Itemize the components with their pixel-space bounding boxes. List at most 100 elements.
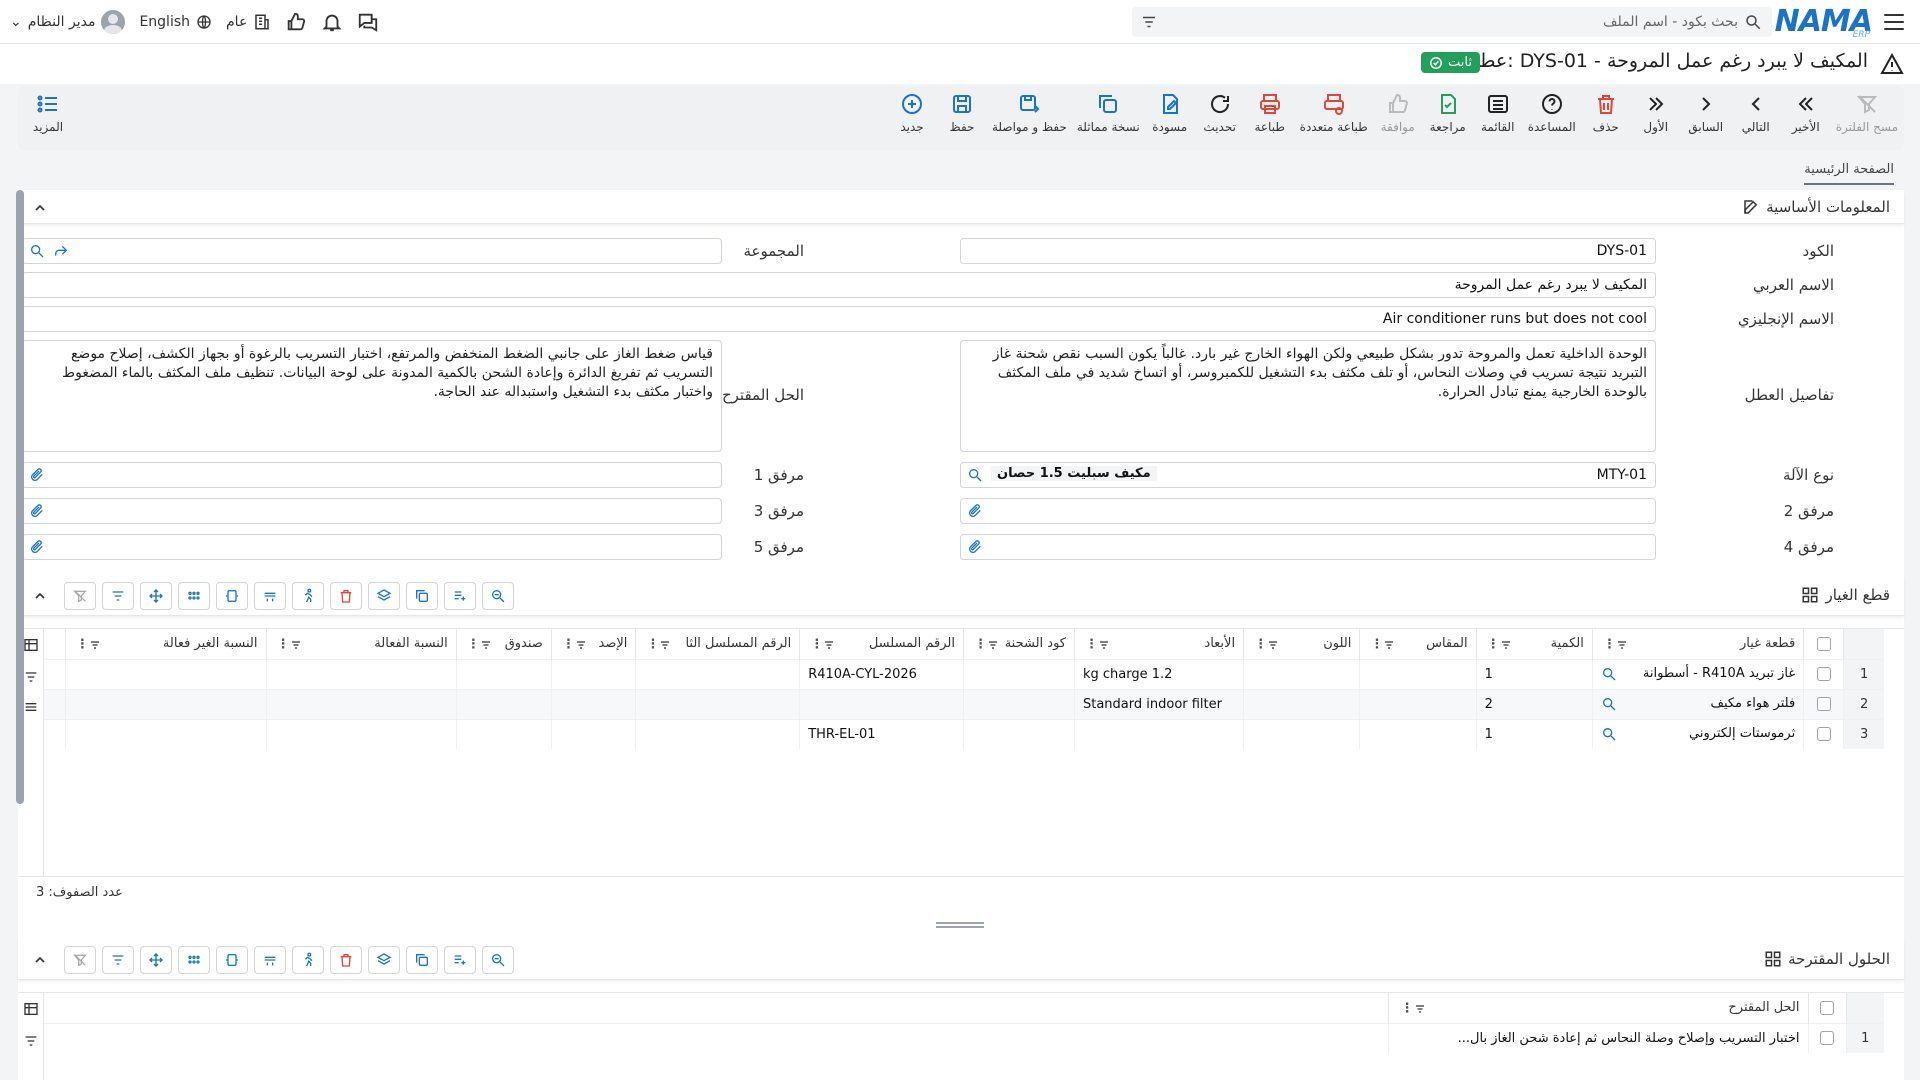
columns-icon[interactable] [23, 637, 39, 653]
column-header[interactable]: الأبعاد ⋮ [1073, 629, 1244, 659]
basic-info-header[interactable]: المعلومات الأساسية [18, 192, 1904, 224]
share-icon[interactable] [53, 243, 69, 259]
toolbar-button-thumbs-up[interactable]: موافقة [1378, 92, 1418, 134]
cell-qty[interactable]: 2 [1475, 688, 1593, 719]
resize-handle[interactable] [936, 922, 984, 928]
cell-ineff[interactable] [64, 688, 266, 719]
grid-tool-grid-dots[interactable] [178, 582, 210, 610]
table-row[interactable]: 1 اختبار التسريب وإصلاح وصلة النحاس ثم إع… [44, 1022, 1884, 1053]
column-header[interactable]: الإصد ⋮ [550, 629, 636, 659]
toolbar-button-last[interactable]: الأخير [1786, 92, 1826, 134]
column-header[interactable]: كود الشحنة ⋮ [963, 629, 1075, 659]
grid-tool-fit-columns[interactable] [216, 946, 248, 974]
grid-tool-move-row[interactable] [254, 582, 286, 610]
user-menu[interactable]: ⌄ مدير النظام [10, 10, 126, 34]
grid-tool-duplicate[interactable] [406, 582, 438, 610]
toolbar-button-copy[interactable]: نسخة مماثلة [1077, 92, 1140, 134]
hamburger-menu-icon[interactable] [1882, 10, 1906, 34]
details-textarea[interactable]: الوحدة الداخلية تعمل والمروحة تدور بشكل … [960, 340, 1656, 452]
paperclip-icon[interactable] [967, 503, 983, 519]
cell-serial[interactable] [799, 688, 964, 719]
column-menu[interactable]: ⋮ [1397, 1001, 1430, 1016]
toolbar-button-save-continue[interactable]: حفظ و مواصلة [992, 92, 1067, 134]
cell-qty[interactable]: 1 [1475, 658, 1593, 689]
column-menu[interactable]: ⋮ [970, 637, 1003, 652]
toolbar-button-print[interactable]: طباعة [1250, 92, 1290, 134]
select-all-checkbox[interactable] [1803, 629, 1844, 659]
cell-size[interactable] [1359, 688, 1477, 719]
cell-lot[interactable] [963, 688, 1075, 719]
toolbar-button-plus-circle[interactable]: جديد [892, 92, 932, 134]
column-header[interactable]: النسبة الفعالة ⋮ [265, 629, 457, 659]
column-header[interactable]: الحل المقترح ⋮ [1387, 993, 1808, 1023]
column-menu[interactable]: ⋮ [1250, 637, 1283, 652]
row-checkbox[interactable] [1803, 688, 1844, 719]
toolbar-button-multi-print[interactable]: طباعة متعددة [1300, 92, 1368, 134]
grid-tool-add-rows[interactable] [444, 946, 476, 974]
cell-ineff[interactable] [64, 718, 266, 749]
filter-icon[interactable] [23, 669, 39, 685]
search-lookup-icon[interactable] [967, 467, 983, 483]
cell-serial2[interactable] [635, 658, 800, 689]
search-lookup-icon[interactable] [1601, 666, 1617, 682]
global-search[interactable]: بحث بكود - اسم الملف [1132, 7, 1772, 37]
column-header[interactable]: اللون ⋮ [1243, 629, 1360, 659]
grid-tool-grid-dots[interactable] [178, 946, 210, 974]
columns-icon[interactable] [23, 1001, 39, 1017]
part-cell[interactable]: فلتر هواء مكيف [1591, 688, 1804, 719]
column-menu[interactable]: ⋮ [1081, 637, 1114, 652]
toolbar-button-list[interactable]: القائمة [1478, 92, 1518, 134]
solution-cell[interactable]: اختبار التسريب وإصلاح وصلة النحاس ثم إعا… [1387, 1022, 1808, 1053]
paperclip-icon[interactable] [967, 539, 983, 555]
column-menu[interactable]: ⋮ [642, 637, 675, 652]
grid-tool-delete-row[interactable] [330, 582, 362, 610]
thumbs-up-icon[interactable] [285, 11, 307, 33]
cell-serial2[interactable] [635, 718, 800, 749]
english-name-input[interactable]: Air conditioner runs but does not cool [22, 306, 1656, 332]
grid-tool-fit-columns[interactable] [216, 582, 248, 610]
cell-issue[interactable] [550, 718, 636, 749]
bell-icon[interactable] [321, 11, 343, 33]
cell-issue[interactable] [550, 658, 636, 689]
cell-lot[interactable] [963, 658, 1075, 689]
column-menu[interactable]: ⋮ [558, 637, 591, 652]
toolbar-button-trash[interactable]: حذف [1586, 92, 1626, 134]
machine-type-input[interactable]: MTY-01 مكيف سبليت 1.5 حصان [960, 462, 1656, 488]
group-input[interactable] [22, 238, 722, 264]
cell-size[interactable] [1359, 658, 1477, 689]
column-menu[interactable]: ⋮ [806, 637, 839, 652]
column-menu[interactable]: ⋮ [273, 637, 306, 652]
column-header[interactable]: النسبة الغير فعالة ⋮ [64, 629, 266, 659]
grid-tool-run[interactable] [292, 582, 324, 610]
cell-color[interactable] [1243, 658, 1360, 689]
vertical-scrollbar[interactable] [16, 190, 24, 804]
cell-color[interactable] [1243, 718, 1360, 749]
grid-tool-duplicate[interactable] [406, 946, 438, 974]
toolbar-button-first[interactable]: الأول [1636, 92, 1676, 134]
search-lookup-icon[interactable] [29, 243, 45, 259]
grid-tool-filter[interactable] [102, 946, 134, 974]
toolbar-button-refresh[interactable]: تحديث [1200, 92, 1240, 134]
solution-textarea[interactable]: قياس ضغط الغاز على جانبي الضغط المنخفض و… [22, 340, 722, 452]
attach3-input[interactable] [22, 498, 722, 524]
column-header[interactable]: الرقم المسلسل ⋮ [799, 629, 964, 659]
row-checkbox[interactable] [1807, 1022, 1846, 1053]
grid-tool-move-row[interactable] [254, 946, 286, 974]
row-checkbox[interactable] [1803, 658, 1844, 689]
toolbar-button-review[interactable]: مراجعة [1428, 92, 1468, 134]
cell-box[interactable] [455, 658, 552, 689]
cell-size[interactable] [1359, 718, 1477, 749]
collapse-icon[interactable] [32, 588, 48, 604]
cell-eff[interactable] [265, 718, 457, 749]
column-menu[interactable]: ⋮ [1366, 637, 1399, 652]
column-header[interactable]: الرقم المسلسل الثا ⋮ [635, 629, 800, 659]
cell-eff[interactable] [265, 658, 457, 689]
arabic-name-input[interactable]: المكيف لا يبرد رغم عمل المروحة [22, 272, 1656, 298]
part-cell[interactable]: ثرموستات إلكتروني [1591, 718, 1804, 749]
grid-tool-filter[interactable] [102, 582, 134, 610]
tab-main-page[interactable]: الصفحة الرئيسية [1804, 162, 1894, 185]
cell-dims[interactable]: 1.2 kg charge [1073, 658, 1244, 689]
cell-serial2[interactable] [635, 688, 800, 719]
paperclip-icon[interactable] [29, 539, 45, 555]
solutions-header[interactable]: الحلول المقترحة [18, 940, 1904, 980]
